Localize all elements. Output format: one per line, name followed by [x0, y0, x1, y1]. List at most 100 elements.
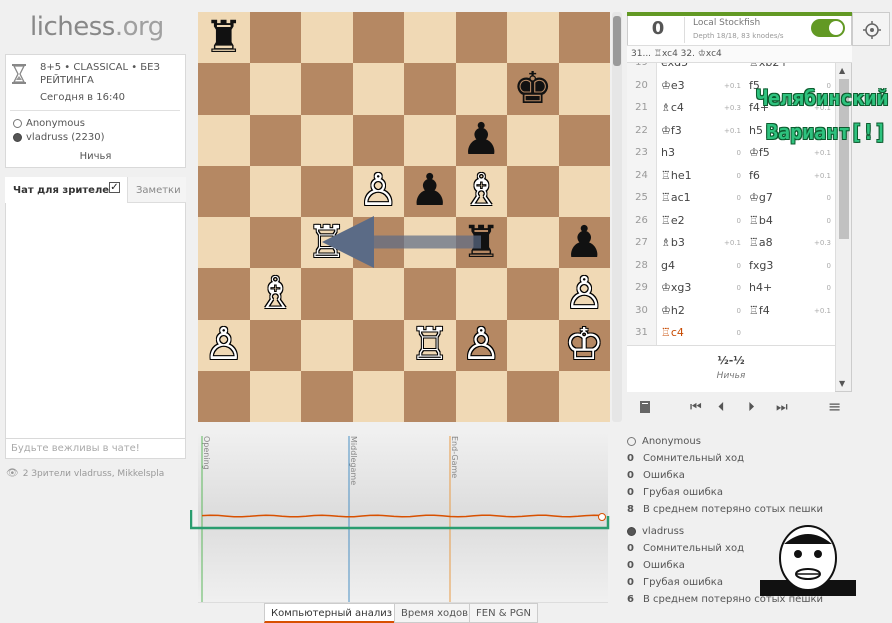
board-square[interactable] [404, 63, 456, 115]
black-move[interactable]: ♔f5 [749, 142, 770, 165]
board-square[interactable] [198, 217, 250, 269]
tab-fen-pgn[interactable]: FEN & PGN [469, 603, 538, 623]
white-move[interactable]: h3 [661, 142, 675, 165]
board-square[interactable]: ♗ [249, 268, 301, 320]
board-square[interactable] [352, 12, 404, 64]
move-row[interactable]: 26 ♖e2 0 ♖b4 0 [627, 209, 835, 233]
white-move[interactable]: ♖c4 [661, 322, 684, 345]
board-square[interactable] [404, 217, 456, 269]
board-square[interactable] [301, 114, 353, 166]
tab-computer-analysis[interactable]: Компьютерный анализ [264, 603, 400, 623]
board-square[interactable] [301, 268, 353, 320]
board-square[interactable] [352, 370, 404, 422]
black-pawn-icon[interactable]: ♟ [462, 118, 501, 162]
black-move[interactable]: ♖f4 [749, 300, 770, 323]
board-square[interactable] [507, 319, 559, 371]
white-move[interactable]: ♔f3 [661, 120, 682, 143]
board-square[interactable] [558, 370, 610, 422]
white-move[interactable]: ♗c4 [661, 97, 684, 120]
black-move[interactable]: fxg3 [749, 255, 773, 278]
board-square[interactable] [404, 268, 456, 320]
board-square[interactable]: ♔ [558, 319, 610, 371]
move-row[interactable]: 27 ♗b3 +0.1 ♖a8 +0.3 [627, 232, 835, 255]
board-square[interactable] [558, 114, 610, 166]
black-move[interactable]: ♔g7 [749, 187, 773, 210]
player-white[interactable]: Anonymous [13, 118, 85, 129]
board-square[interactable] [507, 370, 559, 422]
chat-toggle-checkbox[interactable]: ✓ [109, 182, 120, 193]
board-square[interactable] [507, 12, 559, 64]
board-square[interactable]: ♚ [507, 63, 559, 115]
black-king-icon[interactable]: ♚ [513, 66, 552, 111]
engine-pv[interactable]: 31... ♖xc4 32. ♔xc4 [627, 45, 852, 63]
white-rook-icon[interactable]: ♖ [410, 323, 449, 367]
board-square[interactable] [249, 63, 301, 115]
site-logo[interactable]: lichess.org [30, 12, 164, 42]
chess-board[interactable]: ♜ ♚ ♟ ♙ ♟ ♗ ♖ ♜ ♟ ♗ ♙ ♙ ♖ ♙ ♔ [198, 12, 610, 422]
board-square[interactable] [455, 63, 507, 115]
white-move[interactable]: ♖e2 [661, 210, 685, 233]
board-square[interactable] [404, 12, 456, 64]
black-move[interactable]: ♖xb2+ [749, 63, 789, 75]
player-black[interactable]: vladruss (2230) [13, 132, 104, 143]
board-square[interactable] [455, 370, 507, 422]
last-move-icon[interactable]: ⏭ [776, 400, 788, 415]
board-square[interactable] [249, 165, 301, 217]
board-square[interactable]: ♖ [404, 319, 456, 371]
white-pawn-icon[interactable]: ♙ [359, 169, 398, 213]
black-move[interactable]: ♖a8 [749, 232, 773, 255]
white-move[interactable]: ♖he1 [661, 165, 692, 188]
move-row[interactable]: 28 g4 0 fxg3 0 [627, 254, 835, 278]
chat-input[interactable]: Будьте вежливы в чате! [5, 438, 186, 459]
board-square[interactable]: ♙ [455, 319, 507, 371]
first-move-icon[interactable]: ⏮ [690, 400, 702, 415]
white-move[interactable]: ♖ac1 [661, 187, 691, 210]
menu-icon[interactable]: ≡ [828, 397, 841, 416]
book-icon[interactable] [638, 400, 652, 418]
board-square[interactable] [249, 12, 301, 64]
board-square[interactable] [352, 114, 404, 166]
board-square[interactable] [198, 268, 250, 320]
board-square[interactable]: ♟ [404, 165, 456, 217]
move-row[interactable]: 31 ♖c4 0 [627, 322, 835, 345]
board-square[interactable] [404, 370, 456, 422]
white-bishop-icon[interactable]: ♗ [256, 271, 295, 316]
board-square[interactable] [352, 63, 404, 115]
board-square[interactable] [507, 165, 559, 217]
black-move[interactable]: f6 [749, 165, 760, 188]
white-pawn-icon[interactable]: ♙ [565, 271, 604, 316]
white-move[interactable]: ♔h2 [661, 300, 685, 323]
board-square[interactable] [455, 268, 507, 320]
board-square[interactable] [352, 217, 404, 269]
white-move[interactable]: g4 [661, 255, 675, 278]
move-row[interactable]: 23 h3 0 ♔f5 +0.1 [627, 142, 835, 165]
tab-notes[interactable]: Заметки [127, 177, 186, 203]
black-rook-icon[interactable]: ♜ [204, 15, 243, 60]
board-square[interactable]: ♙ [558, 268, 610, 320]
board-square[interactable] [455, 12, 507, 64]
white-move[interactable]: ♔xg3 [661, 277, 691, 300]
black-move[interactable]: h4+ [749, 277, 772, 300]
board-square[interactable] [507, 217, 559, 269]
prev-move-icon[interactable]: ⏴ [718, 400, 725, 415]
board-square[interactable] [507, 114, 559, 166]
board-square[interactable] [301, 319, 353, 371]
board-square[interactable] [352, 268, 404, 320]
board-square[interactable] [301, 12, 353, 64]
white-move[interactable]: ♔e3 [661, 75, 685, 98]
board-square[interactable] [558, 165, 610, 217]
board-scrollbar[interactable] [612, 12, 622, 422]
board-square[interactable]: ♗ [455, 165, 507, 217]
white-bishop-icon[interactable]: ♗ [462, 169, 501, 213]
board-square[interactable] [558, 63, 610, 115]
board-square[interactable] [198, 63, 250, 115]
black-rook-icon[interactable]: ♜ [462, 220, 501, 265]
board-square[interactable] [301, 63, 353, 115]
white-king-icon[interactable]: ♔ [565, 323, 604, 367]
scroll-down-icon[interactable]: ▼ [839, 379, 845, 388]
move-row[interactable]: 19 exd5 ♖xb2+ [627, 63, 835, 75]
white-move[interactable]: exd5 [661, 63, 688, 75]
board-square[interactable] [558, 12, 610, 64]
black-pawn-icon[interactable]: ♟ [410, 169, 449, 213]
board-square[interactable] [301, 165, 353, 217]
